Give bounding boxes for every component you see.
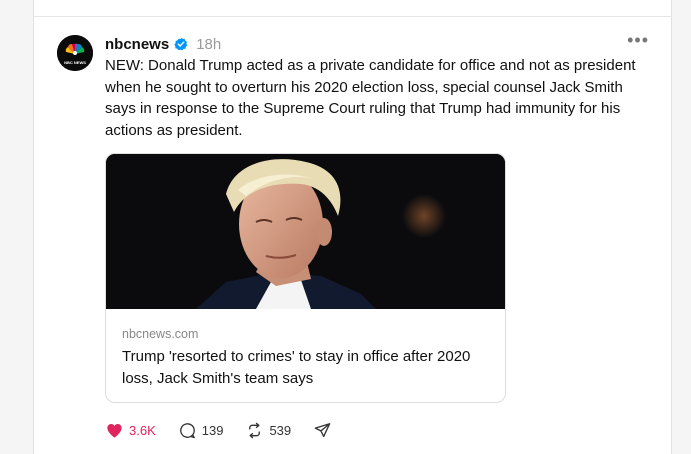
verified-badge-icon — [174, 37, 188, 51]
post-text: NEW: Donald Trump acted as a private can… — [105, 57, 636, 139]
link-card[interactable]: nbcnews.com Trump 'resorted to crimes' t… — [105, 153, 506, 403]
article-photo — [106, 154, 505, 309]
like-button[interactable]: 3.6K — [105, 421, 156, 440]
heart-icon — [107, 423, 122, 438]
previous-post-edge — [33, 0, 672, 17]
link-title: Trump 'resorted to crimes' to stay in of… — [122, 348, 471, 387]
repost-count: 539 — [269, 422, 292, 438]
reply-button[interactable]: 139 — [178, 421, 224, 440]
action-bar: 3.6K 139 539 — [105, 420, 354, 440]
link-domain: nbcnews.com — [122, 327, 199, 341]
reply-count: 139 — [201, 422, 224, 438]
share-button[interactable] — [313, 421, 332, 440]
author-handle[interactable]: nbcnews — [105, 36, 169, 53]
avatar[interactable]: NBC NEWS — [57, 35, 93, 71]
nbc-peacock-logo-icon: NBC NEWS — [57, 35, 93, 71]
like-count: 3.6K — [129, 422, 156, 438]
repost-button[interactable]: 539 — [245, 421, 291, 440]
avatar-label: NBC NEWS — [64, 60, 86, 65]
send-icon — [314, 422, 331, 437]
more-options-icon[interactable]: ••• — [627, 30, 649, 51]
comment-icon — [179, 422, 195, 438]
repost-icon — [249, 422, 261, 438]
post: NBC NEWS nbcnews 18h ••• NEW: Donald Tru… — [33, 17, 672, 454]
post-header: nbcnews 18h — [105, 33, 221, 55]
post-time[interactable]: 18h — [196, 36, 221, 53]
